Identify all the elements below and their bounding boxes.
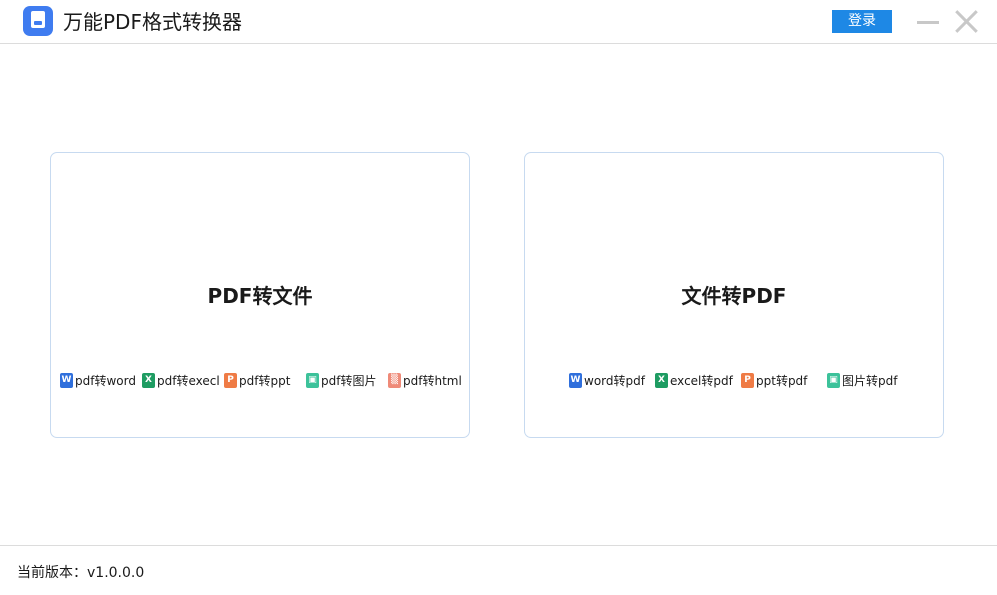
format-label: excel转pdf bbox=[670, 373, 733, 388]
format-ppt-to-pdf[interactable]: P ppt转pdf bbox=[741, 372, 807, 388]
format-pdf-to-ppt[interactable]: P pdf转ppt bbox=[224, 372, 290, 388]
format-label: ppt转pdf bbox=[756, 373, 808, 388]
card-title: PDF转文件 bbox=[207, 284, 313, 308]
image-file-icon: ▣ bbox=[827, 372, 840, 388]
format-label: pdf转word bbox=[75, 373, 136, 388]
app-title: 万能PDF格式转换器 bbox=[63, 10, 242, 34]
format-word-to-pdf[interactable]: W word转pdf bbox=[569, 372, 645, 388]
excel-file-icon: X bbox=[655, 372, 668, 388]
word-file-icon: W bbox=[569, 372, 582, 388]
format-label: pdf转图片 bbox=[321, 373, 377, 388]
format-label: word转pdf bbox=[584, 373, 645, 388]
format-label: pdf转html bbox=[403, 373, 462, 388]
app-logo-icon bbox=[23, 6, 53, 36]
format-image-to-pdf[interactable]: ▣ 图片转pdf bbox=[827, 372, 897, 388]
status-bar: 当前版本：v1.0.0.0 bbox=[0, 545, 997, 595]
excel-file-icon: X bbox=[142, 372, 155, 388]
title-bar: 万能PDF格式转换器 登录 bbox=[0, 0, 997, 44]
word-file-icon: W bbox=[60, 372, 73, 388]
format-label: pdf转execl bbox=[157, 373, 220, 388]
html-file-icon: ▒ bbox=[388, 372, 401, 388]
image-file-icon: ▣ bbox=[306, 372, 319, 388]
close-icon[interactable] bbox=[954, 9, 979, 34]
format-excel-to-pdf[interactable]: X excel转pdf bbox=[655, 372, 733, 388]
format-label: pdf转ppt bbox=[239, 373, 291, 388]
ppt-file-icon: P bbox=[224, 372, 237, 388]
login-button[interactable]: 登录 bbox=[832, 10, 892, 33]
format-pdf-to-excel[interactable]: X pdf转execl bbox=[142, 372, 220, 388]
format-label: 图片转pdf bbox=[842, 373, 898, 388]
format-pdf-to-image[interactable]: ▣ pdf转图片 bbox=[306, 372, 376, 388]
version-label: 当前版本：v1.0.0.0 bbox=[17, 565, 145, 581]
format-pdf-to-html[interactable]: ▒ pdf转html bbox=[388, 372, 462, 388]
format-pdf-to-word[interactable]: W pdf转word bbox=[60, 372, 136, 388]
ppt-file-icon: P bbox=[741, 372, 754, 388]
card-title: 文件转PDF bbox=[681, 284, 787, 308]
file-to-pdf-card[interactable]: 文件转PDF W word转pdf X excel转pdf P ppt转pdf … bbox=[524, 152, 944, 438]
pdf-to-file-card[interactable]: PDF转文件 W pdf转word X pdf转execl P pdf转ppt … bbox=[50, 152, 470, 438]
minimize-icon[interactable] bbox=[916, 10, 940, 34]
